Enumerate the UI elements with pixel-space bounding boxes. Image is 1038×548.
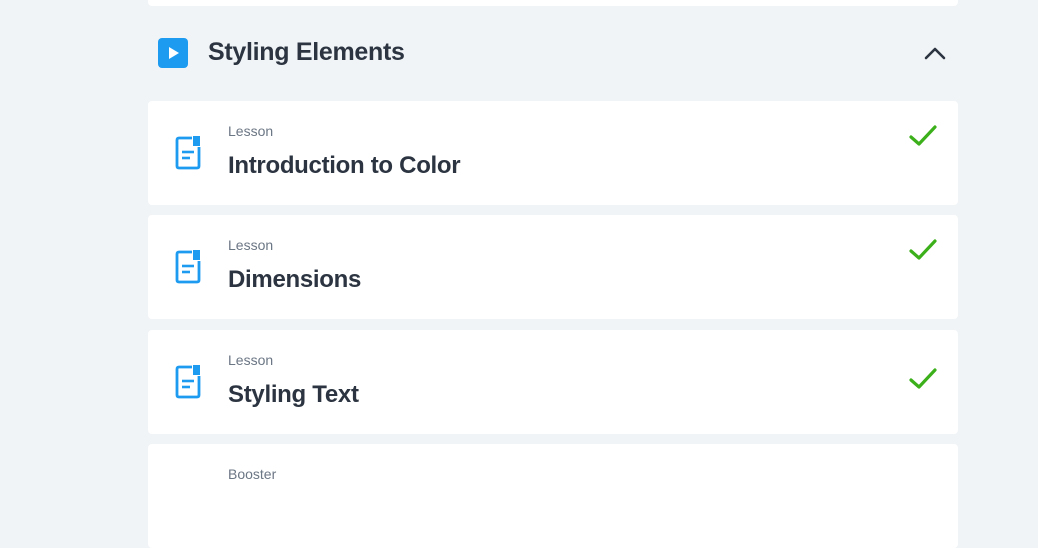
lesson-card[interactable]: Lesson Styling Text: [148, 330, 958, 434]
previous-section-card: [148, 0, 958, 6]
item-type-label: Lesson: [228, 123, 274, 139]
item-title: Introduction to Color: [228, 152, 461, 179]
chevron-up-icon[interactable]: [922, 40, 948, 66]
play-icon: [158, 38, 188, 68]
item-type-label: Lesson: [228, 237, 274, 253]
item-title: Dimensions: [228, 266, 362, 293]
section-header[interactable]: Styling Elements: [148, 24, 958, 80]
lesson-document-icon: [175, 135, 203, 171]
item-title: Styling Text: [228, 381, 359, 408]
lesson-card[interactable]: Lesson Introduction to Color: [148, 101, 958, 205]
lesson-card[interactable]: Lesson Dimensions: [148, 215, 958, 319]
section-title: Styling Elements: [208, 38, 405, 66]
booster-card[interactable]: Booster: [148, 444, 958, 548]
lesson-document-icon: [175, 249, 203, 285]
checkmark-icon: [908, 237, 938, 263]
lesson-document-icon: [175, 364, 203, 400]
checkmark-icon: [908, 123, 938, 149]
checkmark-icon: [908, 366, 938, 392]
item-type-label: Lesson: [228, 352, 274, 368]
item-type-label: Booster: [228, 466, 277, 482]
